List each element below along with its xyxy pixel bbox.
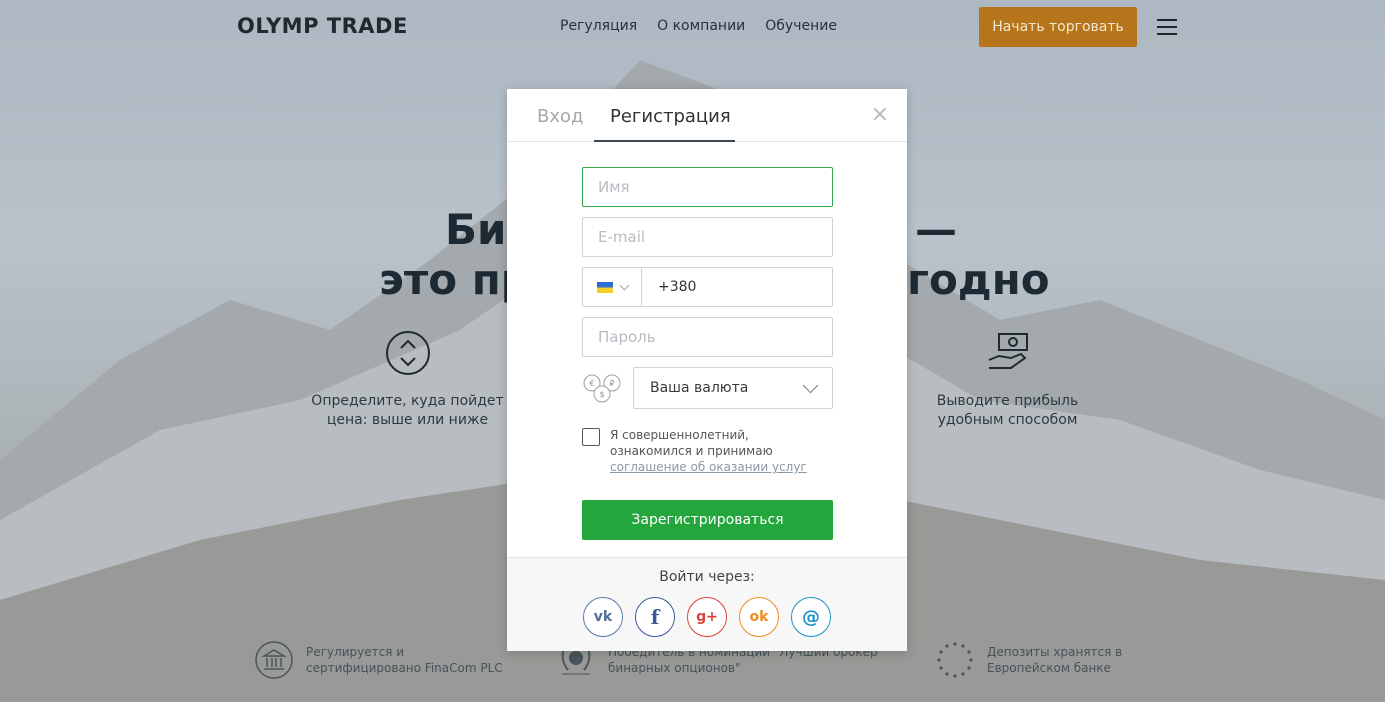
logo[interactable]: OLYMP TRADE xyxy=(237,14,408,38)
ukraine-flag-icon xyxy=(596,281,613,293)
nav-education[interactable]: Обучение xyxy=(765,18,837,34)
mailru-login-button[interactable]: @ xyxy=(791,597,831,637)
svg-text:$: $ xyxy=(599,390,604,399)
terms-agreement: Я совершеннолетний, ознакомился и приним… xyxy=(582,427,833,475)
email-input[interactable] xyxy=(582,217,833,257)
chevron-down-icon xyxy=(619,280,629,290)
currency-select[interactable]: Ваша валюта xyxy=(633,367,833,409)
cash-hand-icon xyxy=(988,333,1028,369)
eu-stars-icon xyxy=(937,642,973,678)
modal-tabs: Вход Регистрация × xyxy=(507,89,907,142)
odnoklassniki-login-button[interactable]: ok xyxy=(739,597,779,637)
nav-regulation[interactable]: Регуляция xyxy=(560,18,637,34)
up-down-arrows-icon xyxy=(385,331,430,375)
vk-login-button[interactable]: vk xyxy=(583,597,623,637)
active-tab-indicator xyxy=(594,140,735,142)
menu-icon[interactable] xyxy=(1157,19,1177,35)
svg-text:₽: ₽ xyxy=(609,379,614,388)
close-icon[interactable]: × xyxy=(871,102,889,127)
registration-modal: Вход Регистрация × € ₽ $ Ваша в xyxy=(507,89,907,651)
currency-row: € ₽ $ Ваша валюта xyxy=(582,367,833,409)
chevron-down-icon xyxy=(802,377,819,393)
password-input[interactable] xyxy=(582,317,833,357)
start-trading-button[interactable]: Начать торговать xyxy=(979,7,1137,47)
feature-withdraw: Выводите прибыль удобным способом xyxy=(920,330,1095,430)
name-input[interactable] xyxy=(582,167,833,207)
tab-register[interactable]: Регистрация xyxy=(610,106,731,127)
svg-text:€: € xyxy=(589,379,594,388)
register-button[interactable]: Зарегистрироваться xyxy=(582,500,833,540)
phone-input[interactable] xyxy=(642,268,832,306)
nav-about[interactable]: О компании xyxy=(657,18,745,34)
footer-regulation: Регулируется и сертифицировано FinaCom P… xyxy=(254,640,516,680)
registration-form: € ₽ $ Ваша валюта Я совершеннолетний, оз… xyxy=(582,167,833,540)
feature-predict: Определите, куда пойдет цена: выше или н… xyxy=(310,330,505,430)
main-nav: Регуляция О компании Обучение xyxy=(560,18,837,34)
currency-coins-icon: € ₽ $ xyxy=(583,374,621,403)
terms-link[interactable]: соглашение об оказании услуг xyxy=(610,460,807,474)
bank-building-icon xyxy=(255,641,293,679)
tab-login[interactable]: Вход xyxy=(537,106,583,127)
site-header: OLYMP TRADE Регуляция О компании Обучени… xyxy=(0,0,1385,54)
phone-field xyxy=(582,267,833,307)
google-plus-login-button[interactable]: g+ xyxy=(687,597,727,637)
social-login: Войти через: vk f g+ ok @ xyxy=(507,557,907,651)
country-code-select[interactable] xyxy=(583,268,642,306)
facebook-login-button[interactable]: f xyxy=(635,597,675,637)
terms-checkbox[interactable] xyxy=(582,428,600,446)
footer-deposits: Депозиты хранятся в Европейском банке xyxy=(935,640,1137,680)
